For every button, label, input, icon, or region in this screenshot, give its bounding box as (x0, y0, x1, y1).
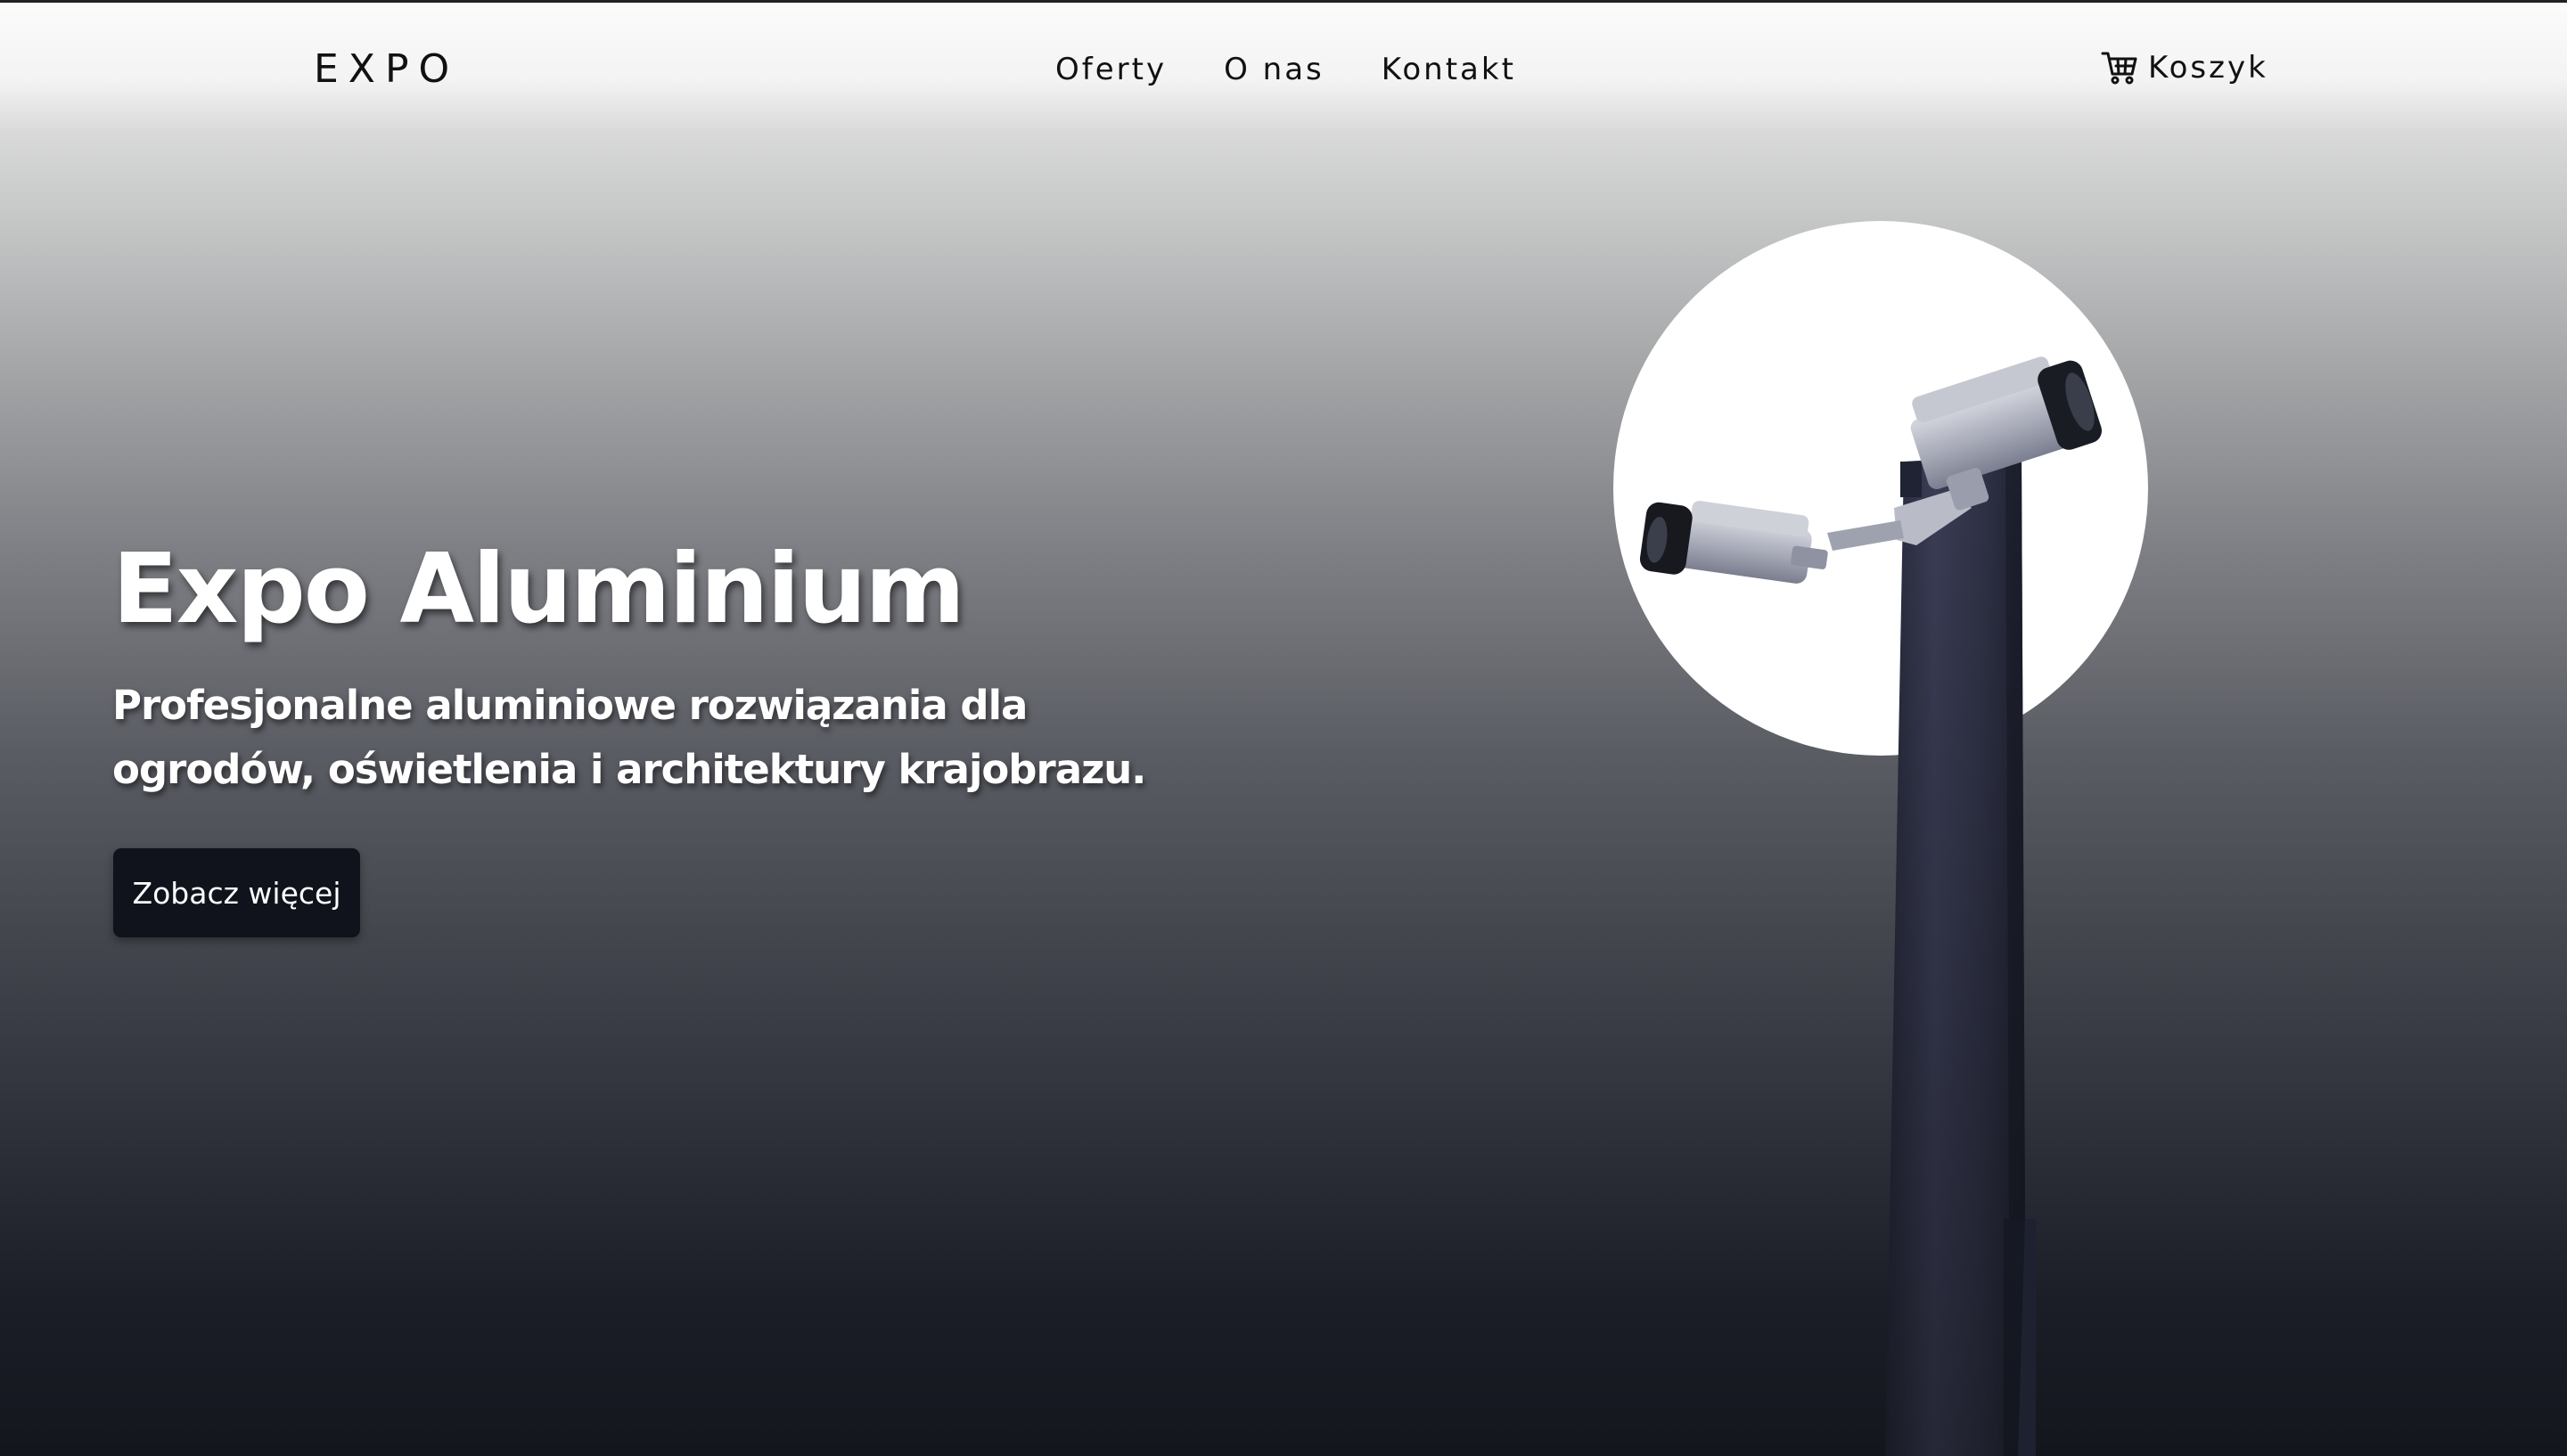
main-nav: Oferty O nas Kontakt (1055, 52, 1516, 87)
nav-link-o-nas[interactable]: O nas (1224, 52, 1325, 87)
cart-label: Koszyk (2148, 50, 2268, 86)
hero-title: Expo Aluminium (112, 534, 965, 645)
nav-link-oferty[interactable]: Oferty (1055, 52, 1167, 87)
cart-icon (2101, 52, 2137, 85)
hero-subtitle: Profesjonalne aluminiowe rozwiązania dla… (112, 682, 1146, 793)
site-header: EXPO Oferty O nas Kontakt Koszyk (0, 0, 2567, 141)
nav-link-kontakt[interactable]: Kontakt (1382, 52, 1516, 87)
camera-pole-illustration (1613, 221, 2148, 1456)
see-more-button[interactable]: Zobacz więcej (113, 848, 360, 937)
white-circle-backdrop (1613, 221, 2148, 756)
hero-camera-image (1587, 214, 2157, 1456)
site-logo[interactable]: EXPO (314, 46, 459, 92)
cart-button[interactable]: Koszyk (2100, 48, 2268, 87)
